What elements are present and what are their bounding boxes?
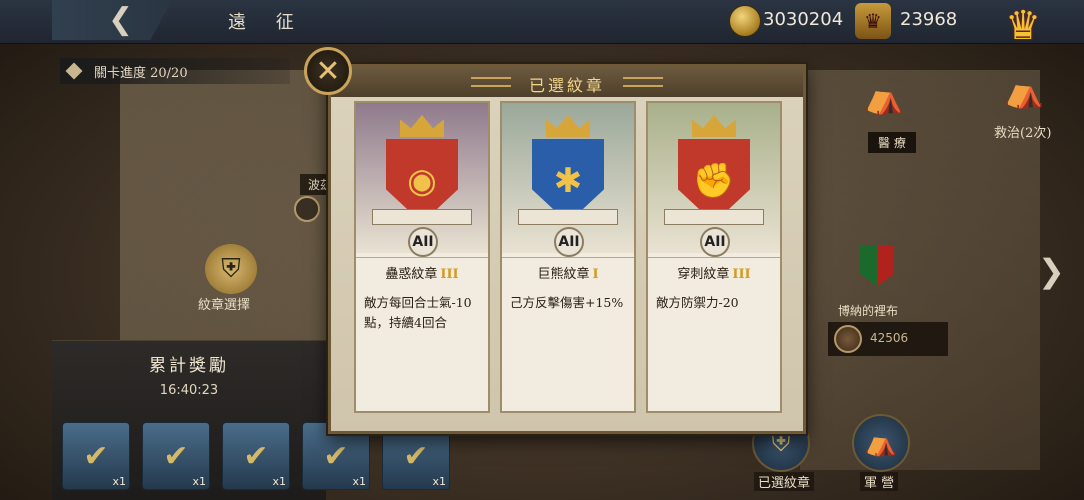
- crown-amount: 23968: [900, 9, 958, 30]
- emblem-description: 敵方防禦力-20: [656, 295, 739, 310]
- enemy-power: 42506: [870, 331, 909, 345]
- crown-badge-icon: ♛: [855, 3, 891, 39]
- ribbon-icon: [518, 209, 618, 225]
- emblem-card[interactable]: ✱ AII 巨熊紋章 I 己方反擊傷害+15%: [500, 101, 636, 413]
- reward-qty: x1: [272, 475, 286, 488]
- ribbon-icon: [664, 209, 764, 225]
- close-button[interactable]: ✕: [304, 47, 352, 95]
- emblem-card[interactable]: ◉ AII 蠱惑紋章 III 敵方每回合士氣-10點，持續4回合: [354, 101, 490, 413]
- rescue-label: 救治(2次): [994, 126, 1052, 141]
- emblem-select-node[interactable]: ⛨: [205, 244, 257, 294]
- heal-label: 醫 療: [868, 132, 916, 153]
- next-arrow-icon[interactable]: ❯: [1038, 252, 1065, 290]
- emblem-level: III: [440, 267, 459, 282]
- emblem-name: 穿刺紋章 III: [648, 263, 780, 282]
- ribbon-icon: [372, 209, 472, 225]
- divider: [502, 257, 634, 258]
- camp-label: 軍 營: [860, 472, 899, 491]
- emblem-name-text: 蠱惑紋章: [385, 267, 438, 282]
- crown-icon: [546, 115, 590, 137]
- camp-tent-icon: ⛺: [864, 428, 898, 458]
- page-title: 遠 征: [228, 12, 306, 33]
- coat-of-arms: ✱: [518, 115, 618, 235]
- reward-item[interactable]: ✔ x1: [222, 422, 290, 490]
- tier-badge: AII: [408, 227, 438, 257]
- reward-title: 累計獎勵: [149, 356, 229, 376]
- coat-of-arms: ◉: [372, 115, 472, 235]
- shield-icon: ⛨: [221, 253, 241, 284]
- dialog-header: 已選紋章: [331, 67, 803, 97]
- reward-item[interactable]: ✔ x1: [62, 422, 130, 490]
- stage-progress: 關卡進度 20/20: [60, 58, 290, 84]
- close-icon: ✕: [315, 53, 341, 89]
- emblem-name-text: 巨熊紋章: [537, 267, 590, 282]
- gold-coin-icon: [729, 5, 761, 37]
- selected-emblems-dialog: 已選紋章 ◉ AII 蠱惑紋章III 敵方每回合士氣-10點，持續4回合 ✱: [328, 64, 806, 434]
- progress-label: 關卡進度 20/20: [94, 66, 188, 81]
- emblem-level: III: [732, 267, 751, 282]
- emblem-description: 己方反擊傷害+15%: [510, 295, 624, 310]
- emblem-description: 敵方每回合士氣-10點，持續4回合: [364, 295, 472, 330]
- reward-item[interactable]: ✔ x1: [142, 422, 210, 490]
- emblem-name-text: 穿刺紋章: [677, 267, 730, 282]
- back-arrow-icon[interactable]: ❮: [108, 2, 133, 37]
- crown-icon: [400, 115, 444, 137]
- reward-qty: x1: [192, 475, 206, 488]
- reward-qty: x1: [112, 475, 126, 488]
- diamond-icon: [65, 62, 83, 80]
- reward-qty: x1: [432, 475, 446, 488]
- rescue-tent-icon[interactable]: ⛺: [1004, 70, 1044, 112]
- gold-amount: 3030204: [763, 9, 844, 30]
- enemy-name: 博納的裡布: [838, 304, 899, 318]
- emblem-select-label: 紋章選擇: [198, 298, 251, 313]
- coat-of-arms: ✊: [664, 115, 764, 235]
- enemy-avatar: [834, 325, 862, 353]
- emblem-level: I: [592, 267, 599, 282]
- camp-button[interactable]: ⛺: [852, 414, 910, 472]
- divider: [356, 257, 488, 258]
- node-avatar[interactable]: [294, 196, 320, 222]
- tier-badge: AII: [700, 227, 730, 257]
- emblem-name: 蠱惑紋章 III: [356, 263, 488, 282]
- tier-badge: AII: [554, 227, 584, 257]
- dialog-title: 已選紋章: [528, 76, 605, 95]
- selected-emblems-label: 已選紋章: [754, 472, 815, 491]
- divider: [648, 257, 780, 258]
- enemy-panel[interactable]: 42506: [828, 322, 948, 356]
- reward-qty: x1: [352, 475, 366, 488]
- king-crown-icon[interactable]: ♛: [1000, 2, 1046, 50]
- top-bar: ❮ 遠 征 3030204 ♛ 23968: [0, 0, 1084, 44]
- emblem-name: 巨熊紋章 I: [502, 263, 634, 282]
- emblem-card[interactable]: ✊ AII 穿刺紋章 III 敵方防禦力-20: [646, 101, 782, 413]
- heal-tent-icon[interactable]: ⛺: [864, 76, 904, 118]
- ornament-icon: [623, 77, 663, 87]
- game-screen: ❮ 遠 征 3030204 ♛ 23968 ♛ 關卡進度 20/20 波茲 ⛨ …: [0, 0, 1084, 500]
- reward-timer: 16:40:23: [159, 383, 219, 398]
- crown-icon: [692, 115, 736, 137]
